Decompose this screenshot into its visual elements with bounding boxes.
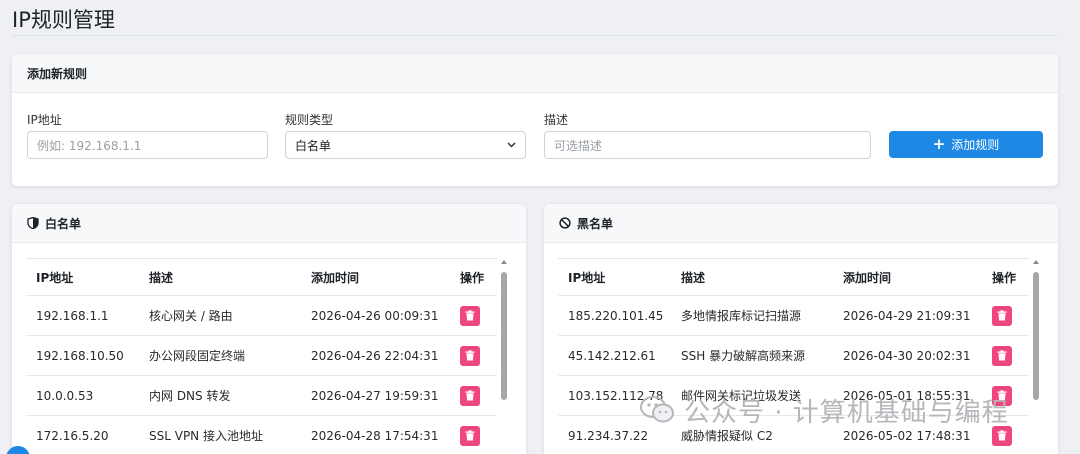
scroll-up-arrow-icon[interactable] — [1033, 260, 1039, 264]
row-ip: 172.16.5.20 — [36, 428, 109, 443]
scroll-thumb[interactable] — [501, 272, 507, 400]
row-ip: 91.234.37.22 — [568, 428, 649, 443]
whitelist-header: 白名单 — [12, 204, 526, 243]
trash-icon — [997, 390, 1007, 401]
column-header-description: 描述 — [681, 270, 706, 285]
blacklist-scrollbar[interactable] — [1032, 260, 1040, 454]
add-rule-title: 添加新规则 — [27, 66, 88, 81]
table-row: 185.220.101.45 多地情报库标记扫描源 2026-04-29 21:… — [558, 296, 1029, 336]
delete-button[interactable] — [992, 385, 1012, 406]
trash-icon — [997, 350, 1007, 361]
delete-button[interactable] — [460, 345, 480, 366]
scroll-up-arrow-icon[interactable] — [501, 260, 507, 264]
blacklist-header: 黑名单 — [544, 204, 1058, 243]
table-row: 91.234.37.22 威胁情报疑似 C2 2026-05-02 17:48:… — [558, 416, 1029, 454]
add-rule-button-label: 添加规则 — [951, 138, 1000, 152]
row-ip: 103.152.112.78 — [568, 388, 664, 403]
trash-icon — [997, 310, 1007, 321]
column-header-actions: 操作 — [460, 270, 485, 285]
row-description: SSL VPN 接入池地址 — [149, 429, 263, 443]
rule-type-value: 白名单 — [295, 138, 332, 153]
delete-button[interactable] — [460, 385, 480, 406]
row-time: 2026-05-02 17:48:31 — [843, 428, 971, 443]
whitelist-scrollbar[interactable] — [500, 260, 508, 454]
page-title: IP规则管理 — [12, 8, 115, 32]
row-description: 核心网关 / 路由 — [149, 309, 233, 323]
plus-icon: + — [932, 135, 946, 153]
column-header-description: 描述 — [149, 270, 174, 285]
row-time: 2026-05-01 18:55:31 — [843, 388, 971, 403]
scroll-thumb[interactable] — [1033, 272, 1039, 400]
table-row: 172.16.5.20 SSL VPN 接入池地址 2026-04-28 17:… — [26, 416, 497, 454]
table-row: 192.168.10.50 办公网段固定终端 2026-04-26 22:04:… — [26, 336, 497, 376]
ip-label: IP地址 — [27, 113, 62, 127]
add-rule-header: 添加新规则 — [12, 54, 1058, 93]
add-rule-button[interactable]: + 添加规则 — [889, 131, 1043, 158]
row-ip: 45.142.212.61 — [568, 348, 656, 363]
rule-type-select[interactable]: 白名单 — [285, 131, 526, 159]
shield-icon — [27, 217, 39, 229]
blacklist-card: 黑名单 IP地址 描述 添加时间 操作 185.220.101.45 多地情报库… — [544, 204, 1058, 454]
table-header-row: IP地址 描述 添加时间 操作 — [26, 259, 497, 296]
description-label: 描述 — [544, 113, 569, 127]
description-input-placeholder: 可选描述 — [554, 138, 603, 153]
table-row: 103.152.112.78 邮件网关标记垃圾发送 2026-05-01 18:… — [558, 376, 1029, 416]
ip-input-placeholder: 例如: 192.168.1.1 — [37, 138, 142, 153]
row-description: SSH 暴力破解高频来源 — [681, 349, 806, 363]
column-header-ip: IP地址 — [568, 270, 606, 285]
table-row: 192.168.1.1 核心网关 / 路由 2026-04-26 00:09:3… — [26, 296, 497, 336]
row-time: 2026-04-28 17:54:31 — [311, 428, 439, 443]
trash-icon — [465, 350, 475, 361]
blacklist-table: IP地址 描述 添加时间 操作 185.220.101.45 多地情报库标记扫描… — [558, 258, 1029, 454]
row-ip: 192.168.10.50 — [36, 348, 124, 363]
trash-icon — [465, 310, 475, 321]
ban-icon — [559, 217, 571, 229]
row-time: 2026-04-29 21:09:31 — [843, 308, 971, 323]
row-time: 2026-04-27 19:59:31 — [311, 388, 439, 403]
delete-button[interactable] — [460, 305, 480, 326]
blacklist-title: 黑名单 — [577, 216, 614, 231]
table-row: 45.142.212.61 SSH 暴力破解高频来源 2026-04-30 20… — [558, 336, 1029, 376]
chevron-down-icon — [507, 142, 516, 148]
column-header-time: 添加时间 — [843, 270, 892, 285]
whitelist-title: 白名单 — [45, 216, 82, 231]
row-ip: 10.0.0.53 — [36, 388, 94, 403]
add-rule-card: 添加新规则 IP地址 例如: 192.168.1.1 规则类型 白名单 描述 可… — [12, 54, 1058, 186]
table-header-row: IP地址 描述 添加时间 操作 — [558, 259, 1029, 296]
row-time: 2026-04-26 22:04:31 — [311, 348, 439, 363]
column-header-time: 添加时间 — [311, 270, 360, 285]
delete-button[interactable] — [992, 305, 1012, 326]
delete-button[interactable] — [460, 425, 480, 446]
title-divider — [12, 35, 1058, 36]
trash-icon — [997, 430, 1007, 441]
description-input[interactable]: 可选描述 — [544, 131, 871, 159]
row-time: 2026-04-30 20:02:31 — [843, 348, 971, 363]
table-row: 10.0.0.53 内网 DNS 转发 2026-04-27 19:59:31 — [26, 376, 497, 416]
whitelist-card: 白名单 IP地址 描述 添加时间 操作 192.168.1.1 核心网关 / 路… — [12, 204, 526, 454]
rule-type-label: 规则类型 — [285, 113, 334, 127]
delete-button[interactable] — [992, 425, 1012, 446]
trash-icon — [465, 390, 475, 401]
column-header-actions: 操作 — [992, 270, 1017, 285]
row-description: 邮件网关标记垃圾发送 — [681, 389, 802, 403]
row-description: 多地情报库标记扫描源 — [681, 309, 802, 323]
row-ip: 185.220.101.45 — [568, 308, 664, 323]
row-description: 威胁情报疑似 C2 — [681, 429, 773, 443]
ip-input[interactable]: 例如: 192.168.1.1 — [27, 131, 268, 159]
whitelist-table: IP地址 描述 添加时间 操作 192.168.1.1 核心网关 / 路由 20… — [26, 258, 497, 454]
row-time: 2026-04-26 00:09:31 — [311, 308, 439, 323]
row-description: 内网 DNS 转发 — [149, 389, 231, 403]
row-description: 办公网段固定终端 — [149, 349, 246, 363]
row-ip: 192.168.1.1 — [36, 308, 109, 323]
delete-button[interactable] — [992, 345, 1012, 366]
column-header-ip: IP地址 — [36, 270, 74, 285]
trash-icon — [465, 430, 475, 441]
